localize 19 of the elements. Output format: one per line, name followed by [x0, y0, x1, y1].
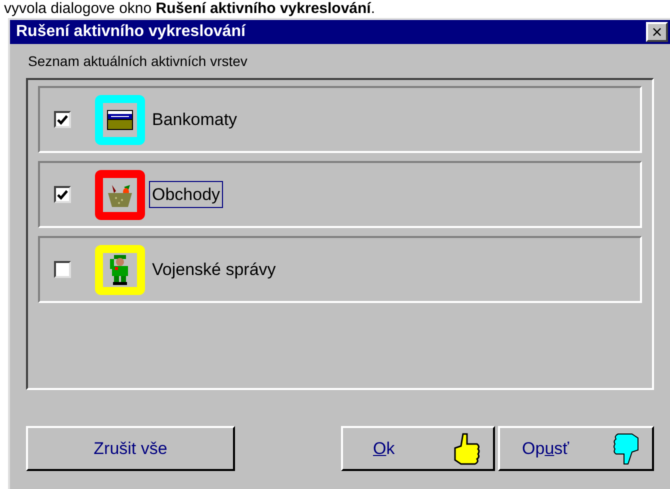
layer-name: Vojenské správy	[151, 258, 277, 281]
layer-name: Bankomaty	[151, 108, 238, 131]
checkbox[interactable]	[54, 186, 71, 203]
ok-button[interactable]: Ok	[341, 426, 495, 471]
layer-name: Obchody	[149, 180, 224, 208]
window-title: Rušení aktivního vykreslování	[16, 22, 246, 42]
cancel-button[interactable]: Opusť	[498, 426, 654, 471]
layer-row[interactable]: Obchody	[38, 161, 642, 228]
checkmark-icon	[57, 114, 68, 124]
clear-all-button[interactable]: Zrušit vše	[26, 426, 235, 471]
close-button[interactable]: ×	[646, 22, 668, 42]
list-label: Seznam aktuálních aktivních vrstev	[28, 53, 248, 69]
layer-row[interactable]: Bankomaty	[38, 86, 642, 153]
checkmark-icon	[57, 190, 68, 200]
caption: vyvola dialogove okno Rušení aktivního vykreslování.	[3, 0, 376, 18]
checkbox[interactable]	[54, 261, 71, 278]
card-icon	[107, 110, 133, 130]
layer-row[interactable]: Vojenské správy	[38, 236, 642, 303]
checkbox[interactable]	[54, 111, 71, 128]
